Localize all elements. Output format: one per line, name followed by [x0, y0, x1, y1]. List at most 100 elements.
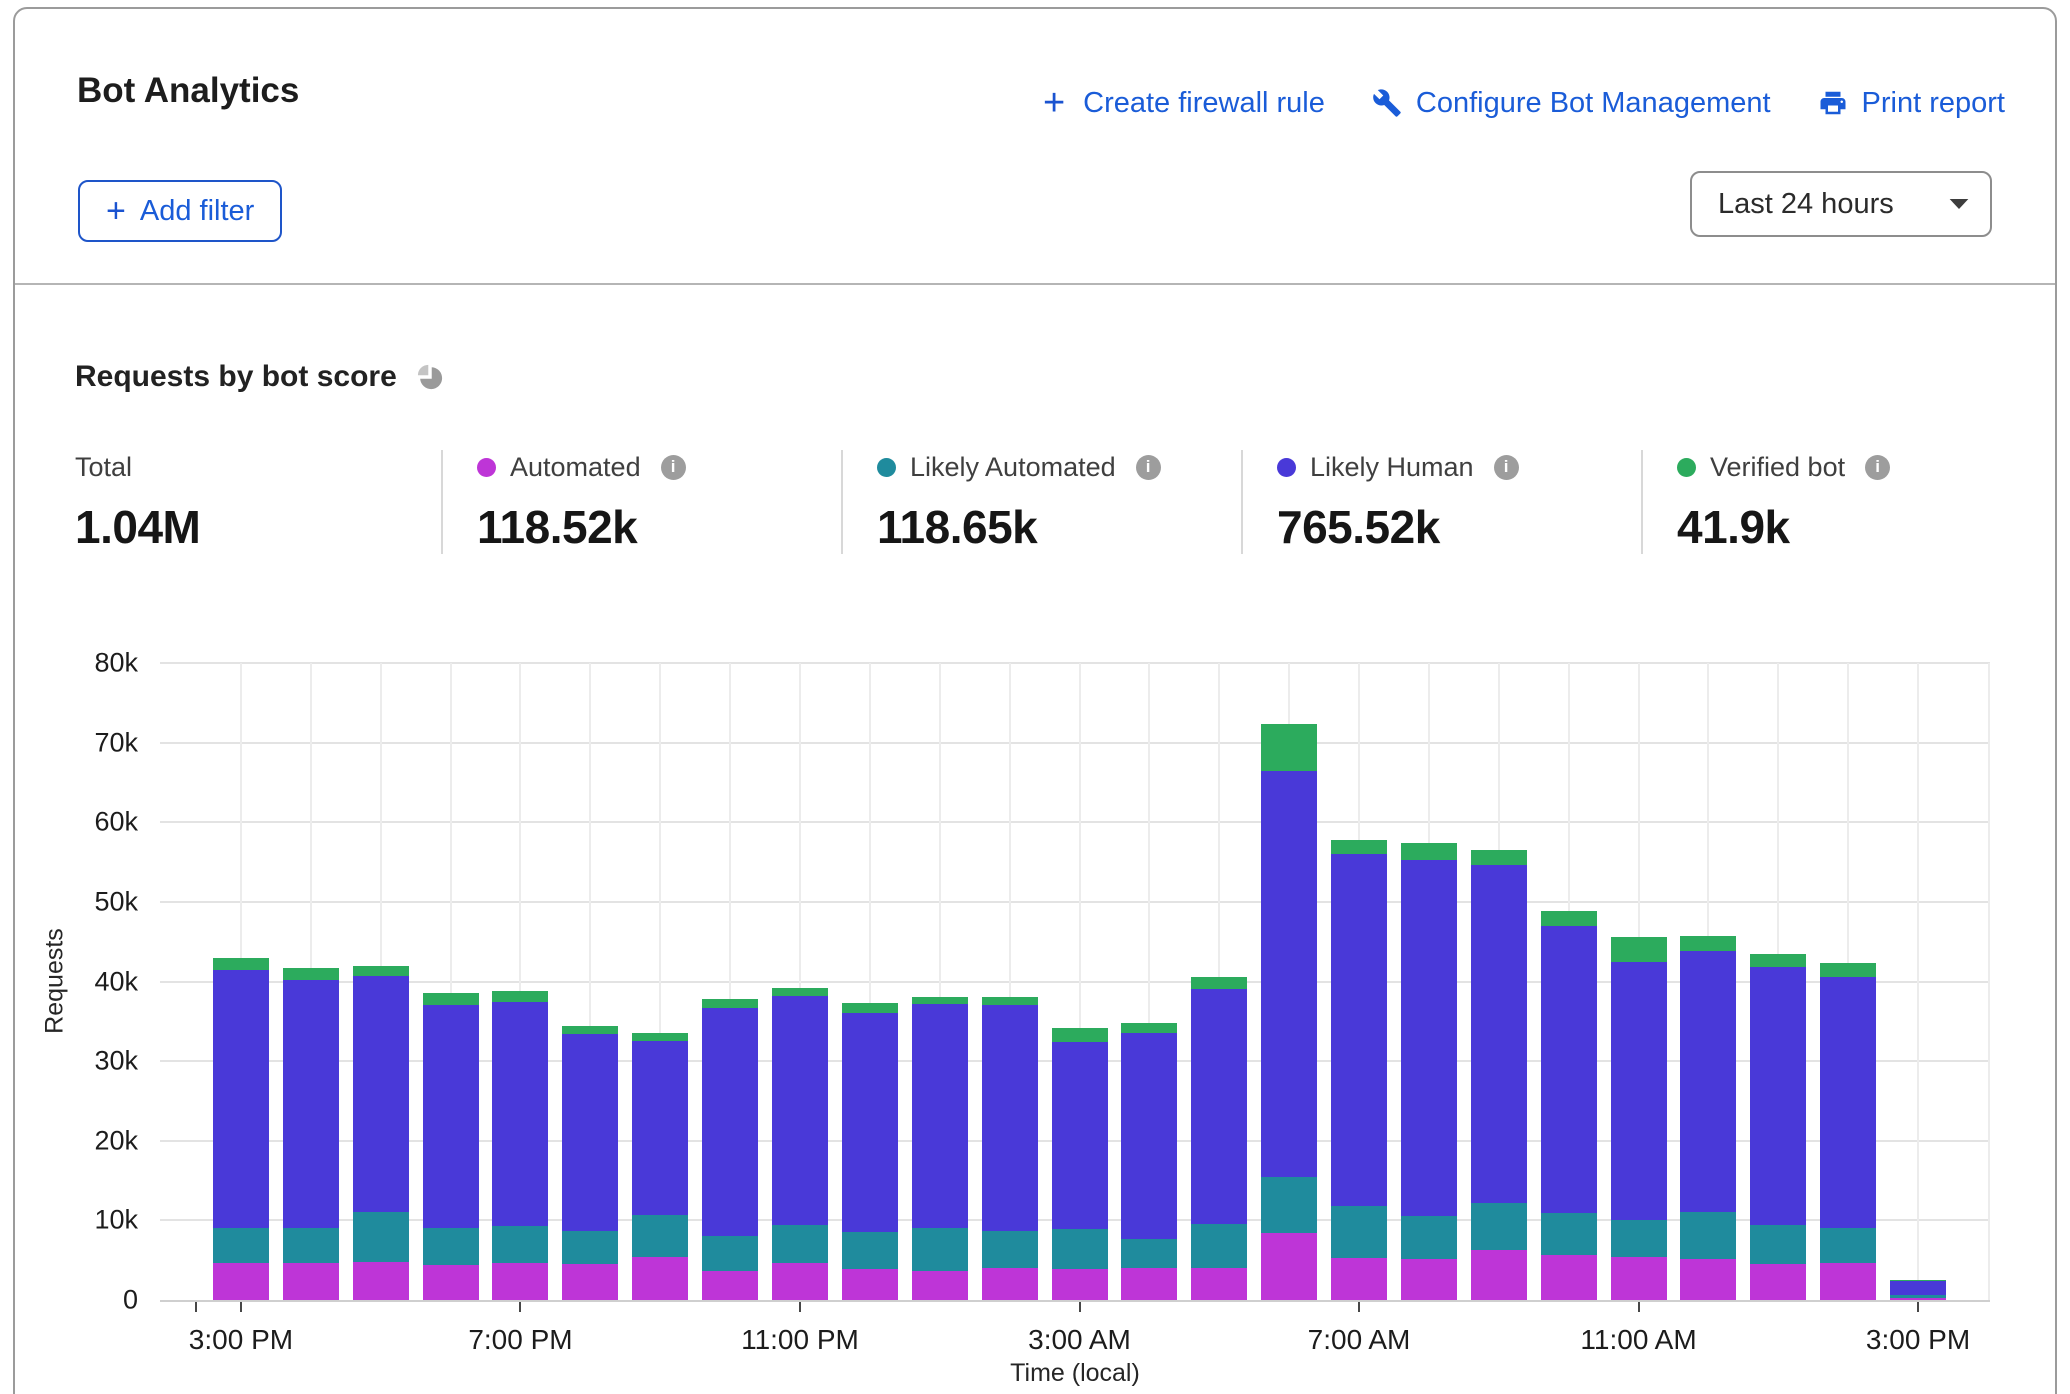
time-range-select[interactable]: Last 24 hours: [1690, 171, 1992, 237]
bar-segment-verified-bot: [1331, 840, 1387, 854]
stat-total: Total1.04M: [41, 450, 441, 554]
bar-segment-likely-human: [1052, 1042, 1108, 1229]
bar-3-00-pm[interactable]: [1890, 1280, 1946, 1300]
bar-segment-automated: [1052, 1269, 1108, 1300]
y-tick-label: 80k: [94, 648, 138, 679]
bar-segment-verified-bot: [1121, 1023, 1177, 1033]
x-tick-mark: [1358, 1302, 1360, 1312]
bar-11-00-pm[interactable]: [772, 988, 828, 1300]
bar-1-00-pm[interactable]: [1750, 954, 1806, 1300]
stat-value: 118.65k: [877, 500, 1241, 554]
bar-5-00-am[interactable]: [1191, 977, 1247, 1300]
bar-1-00-am[interactable]: [912, 997, 968, 1300]
bar-10-00-pm[interactable]: [702, 999, 758, 1300]
bar-segment-likely-human: [1820, 977, 1876, 1229]
bar-3-00-am[interactable]: [1052, 1028, 1108, 1300]
bar-segment-automated: [1261, 1233, 1317, 1300]
bar-segment-likely-automated: [702, 1236, 758, 1270]
bar-segment-likely-human: [912, 1004, 968, 1228]
info-icon[interactable]: i: [1136, 455, 1161, 480]
stat-label: Likely Human: [1310, 452, 1474, 483]
stat-label: Verified bot: [1710, 452, 1845, 483]
info-icon[interactable]: i: [1494, 455, 1519, 480]
x-tick-label: 11:00 AM: [1580, 1324, 1696, 1356]
bar-segment-likely-human: [492, 1002, 548, 1226]
bar-segment-likely-human: [632, 1041, 688, 1215]
bar-segment-verified-bot: [1471, 850, 1527, 865]
bar-4-00-pm[interactable]: [283, 968, 339, 1300]
bar-9-00-am[interactable]: [1471, 850, 1527, 1300]
page-title: Bot Analytics: [77, 71, 299, 111]
gridline-horizontal: [160, 662, 1990, 664]
bar-segment-likely-automated: [492, 1226, 548, 1263]
action-link-print-report[interactable]: Print report: [1817, 87, 2005, 120]
bar-3-00-pm[interactable]: [213, 958, 269, 1300]
action-link-configure-bot-management[interactable]: Configure Bot Management: [1371, 87, 1771, 120]
bar-segment-likely-automated: [213, 1228, 269, 1263]
add-filter-button[interactable]: + Add filter: [78, 180, 282, 242]
bar-segment-automated: [1611, 1257, 1667, 1300]
gridline-vertical: [1917, 663, 1919, 1300]
bar-segment-likely-human: [982, 1005, 1038, 1231]
bar-5-00-pm[interactable]: [353, 966, 409, 1300]
info-icon[interactable]: i: [1865, 455, 1890, 480]
x-tick-label: 7:00 PM: [468, 1324, 572, 1356]
stat-label: Total: [75, 452, 132, 483]
bar-segment-verified-bot: [1401, 843, 1457, 860]
bar-8-00-am[interactable]: [1401, 843, 1457, 1300]
x-tick-label: 3:00 PM: [1866, 1324, 1970, 1356]
bar-segment-likely-human: [213, 970, 269, 1228]
bar-segment-automated: [1331, 1258, 1387, 1300]
bar-6-00-pm[interactable]: [423, 993, 479, 1300]
y-tick-label: 60k: [94, 807, 138, 838]
bar-12-00-pm[interactable]: [1680, 936, 1736, 1300]
y-tick-label: 10k: [94, 1205, 138, 1236]
bar-segment-verified-bot: [702, 999, 758, 1008]
x-tick-mark: [195, 1302, 197, 1312]
bar-segment-likely-human: [1331, 854, 1387, 1206]
bar-segment-verified-bot: [1052, 1028, 1108, 1042]
bar-8-00-pm[interactable]: [562, 1026, 618, 1300]
printer-icon: [1817, 87, 1849, 119]
bar-segment-likely-automated: [912, 1228, 968, 1271]
bar-segment-likely-human: [772, 996, 828, 1225]
action-label: Print report: [1862, 87, 2005, 120]
page: Bot Analytics +Create firewall rule Confi…: [0, 0, 2070, 1394]
bar-7-00-am[interactable]: [1331, 840, 1387, 1300]
bar-9-00-pm[interactable]: [632, 1033, 688, 1301]
bar-segment-likely-human: [283, 980, 339, 1228]
y-tick-label: 50k: [94, 886, 138, 917]
bar-2-00-pm[interactable]: [1820, 963, 1876, 1300]
y-tick-label: 70k: [94, 727, 138, 758]
bar-segment-likely-human: [842, 1013, 898, 1232]
gridline-horizontal: [160, 901, 1990, 903]
bar-6-00-am[interactable]: [1261, 724, 1317, 1300]
x-tick-label: 3:00 PM: [189, 1324, 293, 1356]
bar-segment-verified-bot: [632, 1033, 688, 1042]
bar-10-00-am[interactable]: [1541, 911, 1597, 1300]
bar-segment-automated: [1121, 1268, 1177, 1300]
bar-segment-likely-automated: [1401, 1216, 1457, 1260]
bar-2-00-am[interactable]: [982, 997, 1038, 1300]
bar-segment-automated: [283, 1263, 339, 1300]
bar-7-00-pm[interactable]: [492, 991, 548, 1300]
header-actions: +Create firewall rule Configure Bot Manag…: [1038, 83, 2005, 123]
wrench-icon: [1371, 87, 1403, 119]
action-link-create-firewall-rule[interactable]: +Create firewall rule: [1038, 87, 1325, 120]
bar-12-00-am[interactable]: [842, 1003, 898, 1300]
legend-dot: [477, 458, 496, 477]
bar-segment-verified-bot: [213, 958, 269, 969]
bar-segment-likely-human: [702, 1008, 758, 1237]
bar-segment-verified-bot: [772, 988, 828, 996]
stat-verified-bot: Verified boti41.9k: [1641, 450, 2041, 554]
bar-segment-automated: [1541, 1255, 1597, 1300]
gridline-horizontal: [160, 742, 1990, 744]
bar-11-00-am[interactable]: [1611, 937, 1667, 1300]
bar-segment-verified-bot: [1680, 936, 1736, 951]
bot-analytics-card: Bot Analytics +Create firewall rule Confi…: [13, 7, 2057, 1394]
bar-4-00-am[interactable]: [1121, 1023, 1177, 1300]
x-tick-mark: [1638, 1302, 1640, 1312]
info-icon[interactable]: i: [661, 455, 686, 480]
bar-segment-verified-bot: [1541, 911, 1597, 926]
x-tick-label: 11:00 PM: [741, 1324, 859, 1356]
